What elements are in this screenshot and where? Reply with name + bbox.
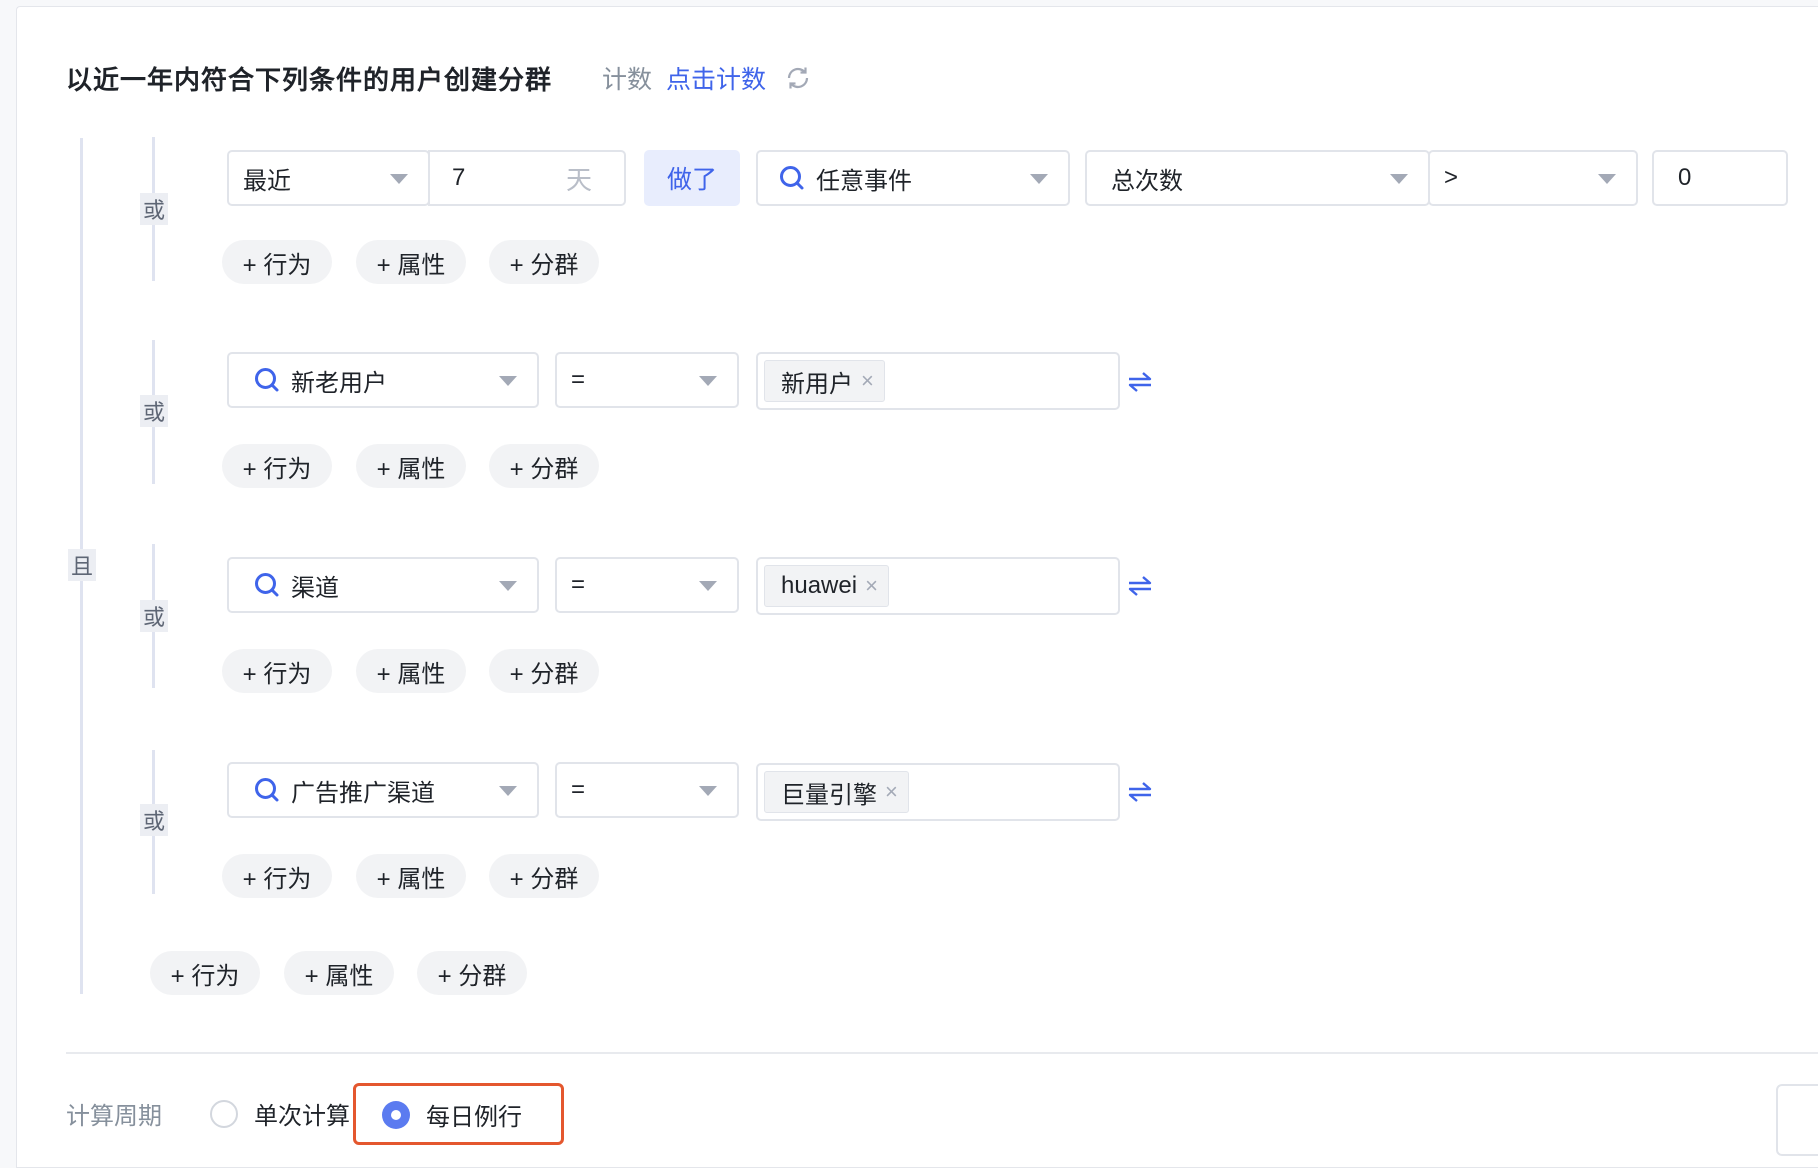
add-segment-button[interactable]: + 分群 <box>489 444 599 488</box>
refresh-icon[interactable] <box>784 64 812 92</box>
threshold-input[interactable]: 0 <box>1652 150 1788 206</box>
radio-single-run[interactable]: 单次计算 <box>210 1096 350 1131</box>
add-segment-button[interactable]: + 分群 <box>489 240 599 284</box>
add-property-button[interactable]: + 属性 <box>284 951 394 995</box>
search-icon <box>253 571 281 599</box>
add-segment-button[interactable]: + 分群 <box>489 854 599 898</box>
caret-down-icon <box>1390 174 1408 184</box>
property-value: 广告推广渠道 <box>291 779 435 807</box>
days-unit: 天 <box>565 164 592 195</box>
or-badge[interactable]: 或 <box>140 395 168 427</box>
caret-down-icon <box>499 581 517 591</box>
search-icon <box>778 164 806 192</box>
metric-value: 总次数 <box>1111 167 1183 195</box>
add-behavior-button[interactable]: + 行为 <box>150 951 260 995</box>
property-value: 渠道 <box>291 574 339 602</box>
event-value: 任意事件 <box>816 167 912 195</box>
section-divider <box>66 1052 1818 1054</box>
did-button[interactable]: 做了 <box>644 150 740 206</box>
add-property-button[interactable]: + 属性 <box>356 649 466 693</box>
and-badge[interactable]: 且 <box>68 549 96 581</box>
operator-value: = <box>571 776 586 803</box>
property-value: 新老用户 <box>291 369 387 397</box>
count-label: 计数 <box>602 66 653 94</box>
caret-down-icon <box>499 786 517 796</box>
tag-label: 巨量引擎 <box>781 781 877 809</box>
add-behavior-button[interactable]: + 行为 <box>222 240 332 284</box>
or-badge[interactable]: 或 <box>140 193 168 225</box>
add-behavior-button[interactable]: + 行为 <box>222 854 332 898</box>
or-badge[interactable]: 或 <box>140 600 168 632</box>
days-value: 7 <box>452 164 466 191</box>
tag-label: huawei <box>781 572 858 599</box>
search-icon <box>253 776 281 804</box>
add-property-button[interactable]: + 属性 <box>356 854 466 898</box>
threshold-value: 0 <box>1678 164 1692 191</box>
caret-down-icon <box>1030 174 1048 184</box>
or-badge[interactable]: 或 <box>140 804 168 836</box>
property-select[interactable]: 渠道 <box>227 557 539 613</box>
property-select[interactable]: 新老用户 <box>227 352 539 408</box>
page-title: 以近一年内符合下列条件的用户创建分群 <box>66 64 553 95</box>
swap-icon[interactable] <box>1125 571 1155 601</box>
add-property-button[interactable]: + 属性 <box>356 240 466 284</box>
event-select[interactable]: 任意事件 <box>756 150 1070 206</box>
caret-down-icon <box>1598 174 1616 184</box>
radio-label: 单次计算 <box>254 1103 350 1130</box>
value-tag-box[interactable]: huawei × <box>756 557 1120 615</box>
swap-icon[interactable] <box>1125 777 1155 807</box>
highlight-box <box>353 1083 564 1145</box>
close-icon[interactable]: × <box>885 779 898 805</box>
period-label: 计算周期 <box>66 1103 162 1130</box>
value-tag: 新用户 × <box>764 360 885 402</box>
tag-label: 新用户 <box>781 370 853 398</box>
search-icon <box>253 366 281 394</box>
metric-select[interactable]: 总次数 <box>1085 150 1430 206</box>
operator-select[interactable]: = <box>555 352 739 408</box>
operator-value: = <box>571 366 586 393</box>
swap-icon[interactable] <box>1125 367 1155 397</box>
close-icon[interactable]: × <box>861 368 874 394</box>
close-icon[interactable]: × <box>865 573 878 599</box>
caret-down-icon <box>499 376 517 386</box>
count-link[interactable]: 点击计数 <box>666 60 766 96</box>
caret-down-icon <box>699 581 717 591</box>
time-range-value: 最近 <box>243 167 291 195</box>
operator-select[interactable]: = <box>555 557 739 613</box>
property-select[interactable]: 广告推广渠道 <box>227 762 539 818</box>
segment-header: 以近一年内符合下列条件的用户创建分群 计数 点击计数 <box>66 60 812 96</box>
operator-select[interactable]: = <box>555 762 739 818</box>
add-behavior-button[interactable]: + 行为 <box>222 444 332 488</box>
value-tag: huawei × <box>764 565 889 607</box>
value-tag: 巨量引擎 × <box>764 771 909 813</box>
add-segment-button[interactable]: + 分群 <box>489 649 599 693</box>
caret-down-icon <box>699 376 717 386</box>
partial-button[interactable] <box>1776 1084 1818 1156</box>
value-tag-box[interactable]: 巨量引擎 × <box>756 763 1120 821</box>
caret-down-icon <box>390 174 408 184</box>
add-behavior-button[interactable]: + 行为 <box>222 649 332 693</box>
radio-button[interactable] <box>210 1099 238 1128</box>
time-range-select[interactable]: 最近 <box>227 150 430 206</box>
operator-select[interactable]: > <box>1428 150 1638 206</box>
caret-down-icon <box>699 786 717 796</box>
add-segment-button[interactable]: + 分群 <box>417 951 527 995</box>
days-input[interactable]: 7 天 <box>428 150 626 206</box>
add-property-button[interactable]: + 属性 <box>356 444 466 488</box>
operator-value: = <box>571 571 586 598</box>
value-tag-box[interactable]: 新用户 × <box>756 352 1120 410</box>
operator-value: > <box>1444 164 1459 191</box>
